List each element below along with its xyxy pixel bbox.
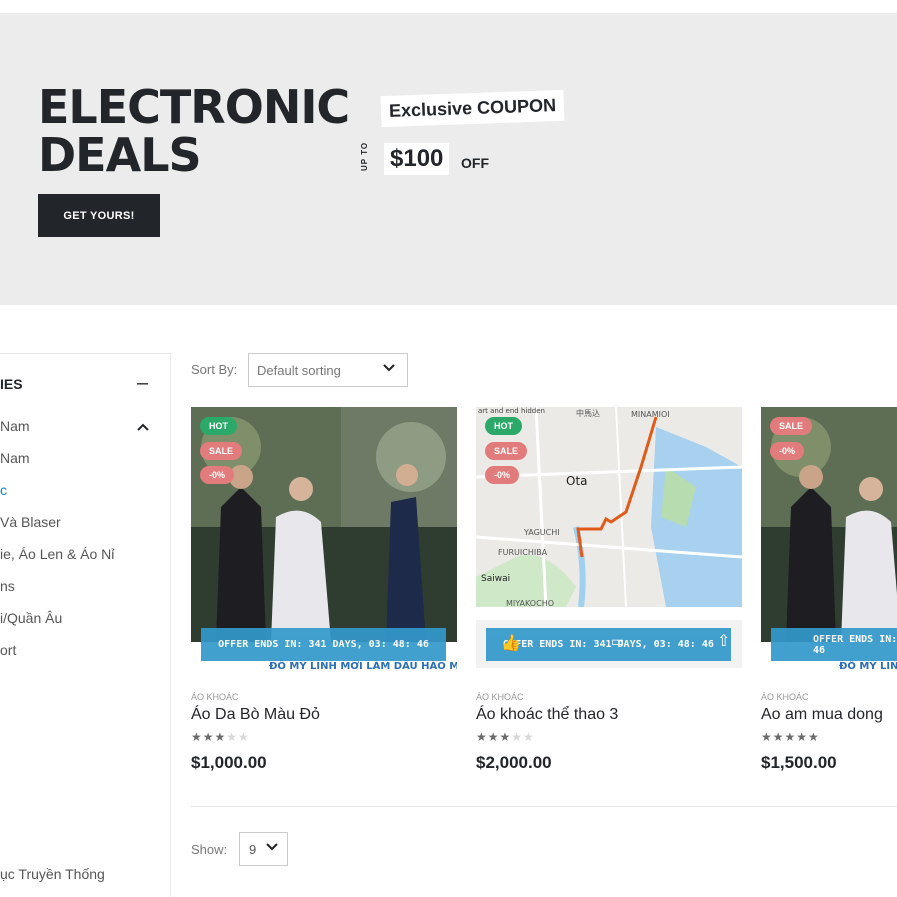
svg-text:FURUICHIBA: FURUICHIBA — [498, 548, 548, 557]
product-card[interactable]: ĐỖ MỸ LINH SALE -0% OFFER ENDS IN: 341 D… — [761, 407, 897, 777]
svg-text:Saiwai: Saiwai — [481, 574, 510, 584]
banner-title-line1: ELECTRONIC — [38, 80, 350, 134]
sidebar-item-active[interactable]: c — [0, 482, 7, 498]
sale-badge: SALE — [485, 442, 528, 460]
offer-timer: OFFER ENDS IN: 341 DAYS, 03: 48: 46 — [201, 628, 446, 661]
discount-badge: -0% — [200, 466, 235, 484]
hot-badge: HOT — [200, 417, 237, 435]
chevron-down-icon — [266, 840, 278, 854]
off-label: OFF — [461, 155, 489, 171]
banner-title: ELECTRONIC DEALS — [38, 80, 350, 182]
get-yours-button[interactable]: GET YOURS! — [38, 194, 160, 237]
sidebar-item[interactable]: ie, Áo Len & Áo Nỉ — [0, 546, 114, 562]
sidebar-item[interactable]: ns — [0, 578, 15, 594]
show-label: Show: — [191, 842, 228, 857]
sidebar-item[interactable]: Nam — [0, 450, 30, 466]
svg-text:art and end hidden: art and end hidden — [478, 407, 545, 415]
sort-value: Default sorting — [257, 363, 341, 378]
banner-title-line2: DEALS — [38, 128, 202, 182]
product-category[interactable]: ÁO KHOÁC — [761, 692, 809, 702]
sidebar-item[interactable]: Và Blaser — [0, 514, 61, 530]
coupon-amount: $100 — [384, 143, 450, 175]
show-count-select[interactable]: 9 — [239, 832, 288, 866]
sale-badge: SALE — [200, 442, 243, 460]
sort-label: Sort By: — [191, 362, 238, 377]
sort-select[interactable]: Default sorting — [248, 353, 408, 387]
product-category[interactable]: ÁO KHOÁC — [191, 692, 239, 702]
product-name[interactable]: Ao am mua dong — [761, 706, 883, 724]
product-name[interactable]: Áo Da Bò Màu Đỏ — [191, 706, 320, 724]
discount-badge: -0% — [770, 442, 805, 460]
collapse-toggle-icon[interactable]: – — [137, 372, 148, 395]
offer-timer: OFFER ENDS IN: 341 DAYS, 03: 48: 46 — [486, 628, 731, 661]
sidebar-item[interactable]: ục Truyền Thống — [0, 866, 105, 882]
chevron-up-icon[interactable] — [137, 420, 149, 434]
show-count-value: 9 — [249, 842, 257, 857]
up-to-label: UP TO — [360, 141, 369, 171]
product-price: $1,000.00 — [191, 753, 267, 772]
rating-stars: ★★★★★ — [191, 730, 250, 744]
product-price: $1,500.00 — [761, 753, 837, 772]
product-price: $2,000.00 — [476, 753, 552, 772]
chevron-down-icon — [383, 361, 395, 375]
category-sidebar: IES – Nam Nam c Và Blaser ie, Áo Len & Á… — [0, 353, 171, 897]
sale-badge: SALE — [770, 417, 813, 435]
sidebar-item[interactable]: Nam — [0, 418, 30, 434]
toolbar-divider — [191, 806, 897, 807]
svg-text:YAGUCHI: YAGUCHI — [523, 528, 560, 537]
svg-text:MIYAKOCHO: MIYAKOCHO — [506, 599, 554, 608]
discount-badge: -0% — [485, 466, 520, 484]
rating-stars: ★★★★★ — [761, 730, 820, 744]
promo-banner: ELECTRONIC DEALS GET YOURS! Exclusive CO… — [0, 13, 897, 305]
offer-timer: OFFER ENDS IN: 341 DAYS, 03: 48: 46 — [771, 628, 897, 661]
share-icon[interactable]: ⇧ — [717, 631, 730, 651]
product-category[interactable]: ÁO KHOÁC — [476, 692, 524, 702]
product-name[interactable]: Áo khoác thể thao 3 — [476, 706, 618, 724]
svg-text:中馬込: 中馬込 — [576, 408, 600, 418]
coupon-label: Exclusive COUPON — [380, 89, 565, 128]
hot-badge: HOT — [485, 417, 522, 435]
sidebar-item[interactable]: ort — [0, 642, 16, 658]
rating-stars: ★★★★★ — [476, 730, 535, 744]
like-icon[interactable]: 👍 — [501, 633, 521, 653]
svg-text:Ota: Ota — [566, 474, 588, 488]
sidebar-heading: IES — [0, 376, 23, 392]
top-strip — [0, 0, 897, 13]
svg-text:MINAMIOI: MINAMIOI — [631, 410, 670, 419]
sidebar-item[interactable]: i/Quần Âu — [0, 610, 62, 626]
quickview-icon[interactable]: ▭ — [611, 633, 624, 650]
